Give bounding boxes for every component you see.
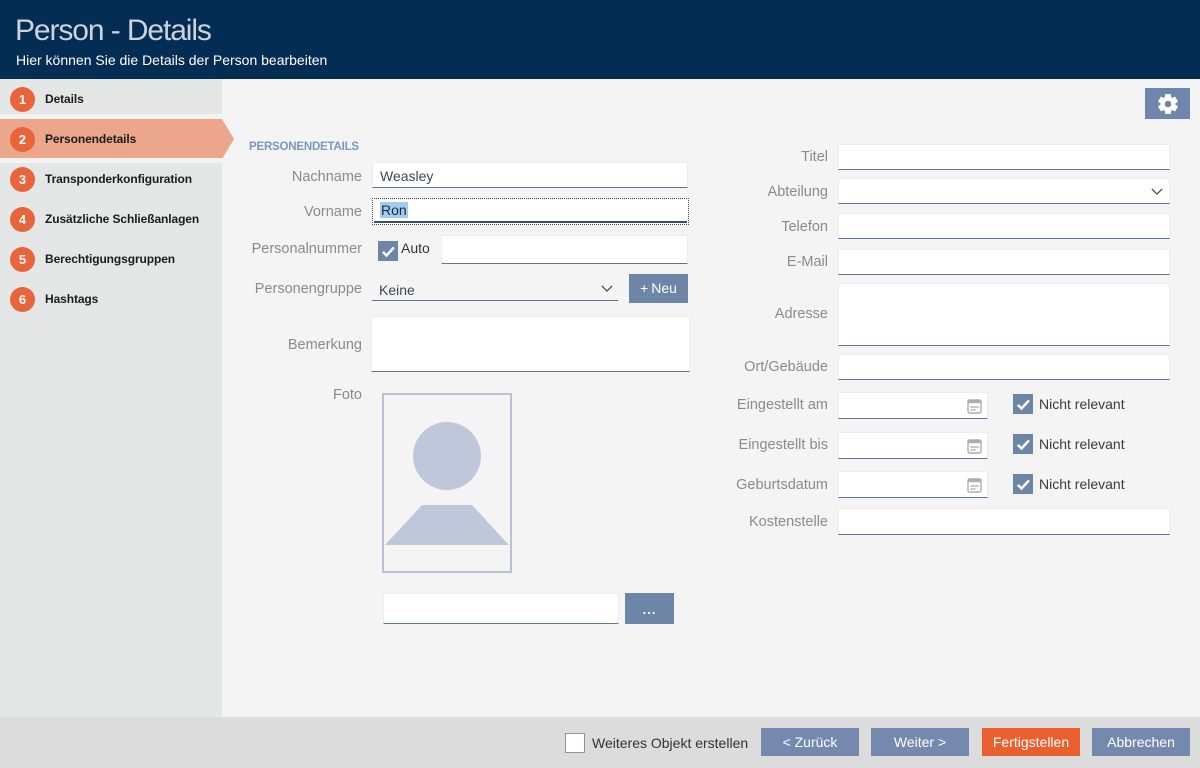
wizard-step-zus-tzliche-schlie-anlagen[interactable]: 4 Zusätzliche Schließanlagen bbox=[0, 199, 222, 239]
eingestellt-bis-nicht-relevant-label: Nicht relevant bbox=[1039, 436, 1125, 452]
step-label: Hashtags bbox=[45, 292, 98, 306]
chevron-down-icon bbox=[601, 285, 613, 292]
calendar-icon bbox=[967, 477, 982, 493]
abbrechen-button[interactable]: Abbrechen bbox=[1092, 728, 1190, 756]
step-number-badge: 5 bbox=[10, 247, 35, 272]
eingestellt-bis-input[interactable] bbox=[838, 432, 988, 459]
zurueck-button[interactable]: < Zurück bbox=[761, 728, 859, 756]
step-number-badge: 6 bbox=[10, 287, 35, 312]
kostenstelle-input[interactable] bbox=[838, 508, 1170, 535]
ellipsis-icon: ... bbox=[643, 602, 657, 617]
vorname-input-inner: Ron bbox=[374, 200, 687, 223]
eingestellt-bis-label: Eingestellt bis bbox=[660, 437, 828, 453]
auto-label: Auto bbox=[401, 240, 430, 256]
auto-checkbox[interactable] bbox=[378, 241, 398, 261]
plus-icon: + bbox=[640, 280, 648, 296]
footer-bar: Weiteres Objekt erstellen < Zurück Weite… bbox=[0, 717, 1200, 768]
photo-placeholder[interactable] bbox=[382, 393, 512, 573]
eingestellt-am-nicht-relevant-checkbox[interactable] bbox=[1013, 394, 1033, 414]
checkmark-icon bbox=[1014, 395, 1033, 414]
gear-icon-svg bbox=[1157, 93, 1178, 114]
foto-label: Foto bbox=[222, 387, 362, 403]
step-label: Berechtigungsgruppen bbox=[45, 252, 175, 266]
section-title: PERSONENDETAILS bbox=[249, 141, 359, 153]
geburtsdatum-label: Geburtsdatum bbox=[660, 477, 828, 493]
ort-label: Ort/Gebäude bbox=[660, 359, 828, 375]
telefon-label: Telefon bbox=[660, 219, 828, 235]
adresse-textarea[interactable] bbox=[838, 283, 1170, 346]
geburtsdatum-input[interactable] bbox=[838, 471, 988, 498]
wizard-step-personendetails[interactable]: 2 Personendetails bbox=[0, 119, 222, 159]
nachname-input[interactable]: Weasley bbox=[372, 162, 688, 188]
personalnummer-label: Personalnummer bbox=[222, 241, 362, 257]
checkmark-icon bbox=[379, 242, 398, 261]
geburtsdatum-nicht-relevant-checkbox[interactable] bbox=[1013, 474, 1033, 494]
ort-input[interactable] bbox=[838, 354, 1170, 380]
kostenstelle-label: Kostenstelle bbox=[660, 514, 828, 530]
browse-button[interactable]: ... bbox=[625, 593, 674, 624]
eingestellt-am-nicht-relevant-label: Nicht relevant bbox=[1039, 396, 1125, 412]
step-number-badge: 2 bbox=[10, 127, 35, 152]
person-details-window: Person - Details Hier können Sie die Det… bbox=[0, 0, 1200, 768]
header: Person - Details Hier können Sie die Det… bbox=[0, 0, 1200, 79]
titel-input[interactable] bbox=[838, 144, 1170, 170]
step-label: Transponderkonfiguration bbox=[45, 172, 192, 186]
neu-button-label: Neu bbox=[651, 280, 677, 296]
nachname-value: Weasley bbox=[380, 168, 433, 184]
abteilung-label: Abteilung bbox=[660, 184, 828, 200]
avatar-body-icon bbox=[385, 505, 509, 545]
step-label: Personendetails bbox=[45, 132, 136, 146]
bemerkung-textarea[interactable] bbox=[371, 316, 690, 372]
weiter-button[interactable]: Weiter > bbox=[871, 728, 969, 756]
foto-path-input[interactable] bbox=[383, 593, 619, 624]
chevron-down-icon bbox=[1151, 188, 1163, 195]
titel-label: Titel bbox=[660, 149, 828, 165]
settings-button[interactable] bbox=[1145, 88, 1190, 119]
calendar-icon bbox=[967, 438, 982, 454]
eingestellt-bis-nicht-relevant-checkbox[interactable] bbox=[1013, 434, 1033, 454]
vorname-input[interactable]: Ron bbox=[372, 198, 689, 225]
page-subtitle: Hier können Sie die Details der Person b… bbox=[16, 52, 327, 68]
telefon-input[interactable] bbox=[838, 213, 1170, 239]
geburtsdatum-nicht-relevant-label: Nicht relevant bbox=[1039, 476, 1125, 492]
vorname-value: Ron bbox=[380, 202, 408, 218]
step-label: Zusätzliche Schließanlagen bbox=[45, 212, 199, 226]
wizard-step-transponderkonfiguration[interactable]: 3 Transponderkonfiguration bbox=[0, 159, 222, 199]
personengruppe-select[interactable]: Keine bbox=[372, 275, 618, 301]
eingestellt-am-label: Eingestellt am bbox=[660, 397, 828, 413]
personengruppe-label: Personengruppe bbox=[222, 281, 362, 297]
fertigstellen-button[interactable]: Fertigstellen bbox=[982, 728, 1080, 756]
abteilung-select[interactable] bbox=[838, 178, 1170, 204]
eingestellt-am-input[interactable] bbox=[838, 392, 988, 419]
personengruppe-value: Keine bbox=[379, 282, 415, 298]
checkmark-icon bbox=[1014, 475, 1033, 494]
wizard-step-hashtags[interactable]: 6 Hashtags bbox=[0, 279, 222, 319]
active-step-arrow bbox=[222, 119, 234, 159]
checkmark-icon bbox=[1014, 435, 1033, 454]
email-label: E-Mail bbox=[660, 254, 828, 270]
nachname-label: Nachname bbox=[222, 169, 362, 185]
step-number-badge: 1 bbox=[10, 87, 35, 112]
weiteres-objekt-checkbox[interactable] bbox=[565, 733, 585, 753]
neu-button[interactable]: +Neu bbox=[629, 274, 688, 303]
wizard-step-berechtigungsgruppen[interactable]: 5 Berechtigungsgruppen bbox=[0, 239, 222, 279]
email-input[interactable] bbox=[838, 249, 1170, 275]
wizard-step-details[interactable]: 1 Details bbox=[0, 79, 222, 119]
personalnummer-input[interactable] bbox=[441, 235, 688, 264]
vorname-label: Vorname bbox=[222, 204, 362, 220]
page-title: Person - Details bbox=[15, 14, 211, 48]
calendar-icon bbox=[967, 398, 982, 414]
weiteres-objekt-label: Weiteres Objekt erstellen bbox=[592, 735, 748, 751]
bemerkung-label: Bemerkung bbox=[222, 337, 362, 353]
adresse-label: Adresse bbox=[660, 306, 828, 322]
step-number-badge: 4 bbox=[10, 207, 35, 232]
step-label: Details bbox=[45, 92, 84, 106]
active-step-separator bbox=[0, 114, 222, 119]
step-number-badge: 3 bbox=[10, 167, 35, 192]
avatar-head-icon bbox=[413, 422, 481, 490]
